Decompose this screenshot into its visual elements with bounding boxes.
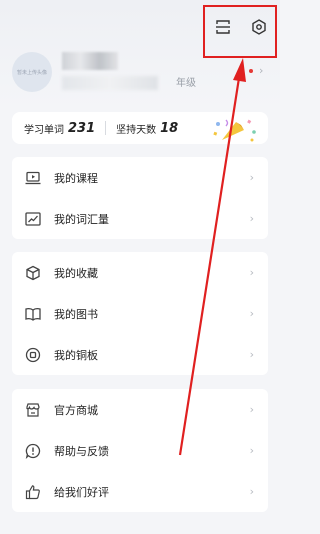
annotation-arrow [178, 58, 246, 456]
